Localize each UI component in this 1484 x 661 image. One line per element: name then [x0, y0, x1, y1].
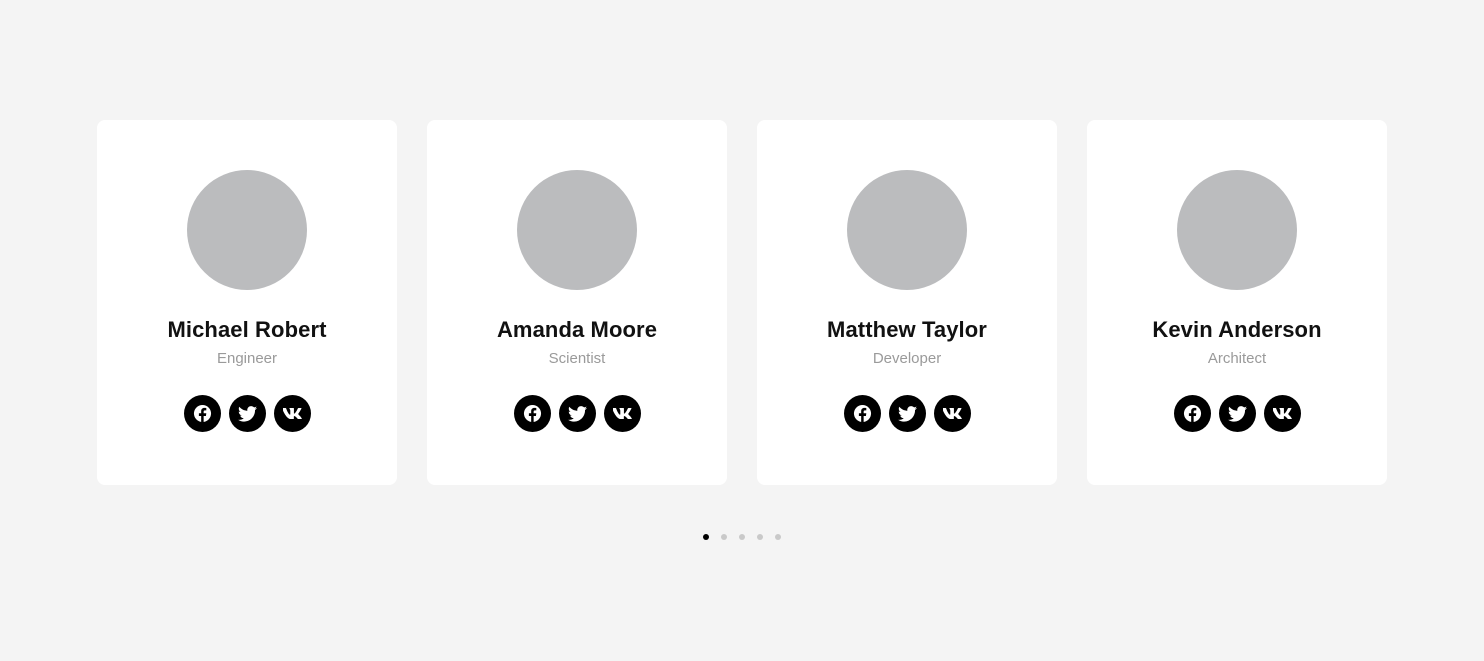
facebook-button[interactable] [843, 395, 881, 432]
facebook-icon [523, 404, 541, 423]
facebook-icon [193, 404, 211, 423]
pagination-dot-3[interactable] [739, 534, 745, 540]
avatar [847, 170, 967, 290]
avatar [517, 170, 637, 290]
twitter-icon [897, 405, 917, 422]
vk-button[interactable] [273, 395, 311, 432]
social-links [513, 395, 641, 432]
pagination-dot-2[interactable] [721, 534, 727, 540]
carousel-pagination [0, 534, 1484, 540]
facebook-icon [853, 404, 871, 423]
team-member-card: Matthew Taylor Developer [757, 120, 1057, 485]
team-member-card: Michael Robert Engineer [97, 120, 397, 485]
twitter-button[interactable] [558, 395, 596, 432]
vk-icon [612, 408, 632, 419]
member-role: Scientist [548, 350, 606, 367]
facebook-icon [1183, 404, 1201, 423]
twitter-icon [1227, 405, 1247, 422]
member-role: Engineer [216, 350, 278, 367]
team-member-card: Kevin Anderson Architect [1087, 120, 1387, 485]
avatar [187, 170, 307, 290]
team-member-card: Amanda Moore Scientist [427, 120, 727, 485]
vk-button[interactable] [933, 395, 971, 432]
vk-icon [282, 408, 302, 419]
facebook-button[interactable] [183, 395, 221, 432]
facebook-button[interactable] [513, 395, 551, 432]
pagination-dot-4[interactable] [757, 534, 763, 540]
twitter-button[interactable] [228, 395, 266, 432]
vk-button[interactable] [1263, 395, 1301, 432]
member-role: Developer [872, 350, 942, 367]
avatar [1177, 170, 1297, 290]
pagination-dot-1[interactable] [703, 534, 709, 540]
twitter-button[interactable] [1218, 395, 1256, 432]
member-name: Amanda Moore [496, 317, 658, 342]
social-links [1173, 395, 1301, 432]
twitter-button[interactable] [888, 395, 926, 432]
pagination-dot-5[interactable] [775, 534, 781, 540]
twitter-icon [567, 405, 587, 422]
member-name: Michael Robert [167, 317, 327, 342]
social-links [843, 395, 971, 432]
twitter-icon [237, 405, 257, 422]
vk-icon [1272, 408, 1292, 419]
team-carousel: Michael Robert Engineer Amanda Moore Sci… [97, 120, 1387, 485]
facebook-button[interactable] [1173, 395, 1211, 432]
member-name: Kevin Anderson [1152, 317, 1322, 342]
vk-icon [942, 408, 962, 419]
member-name: Matthew Taylor [827, 317, 987, 342]
member-role: Architect [1207, 350, 1267, 367]
vk-button[interactable] [603, 395, 641, 432]
social-links [183, 395, 311, 432]
